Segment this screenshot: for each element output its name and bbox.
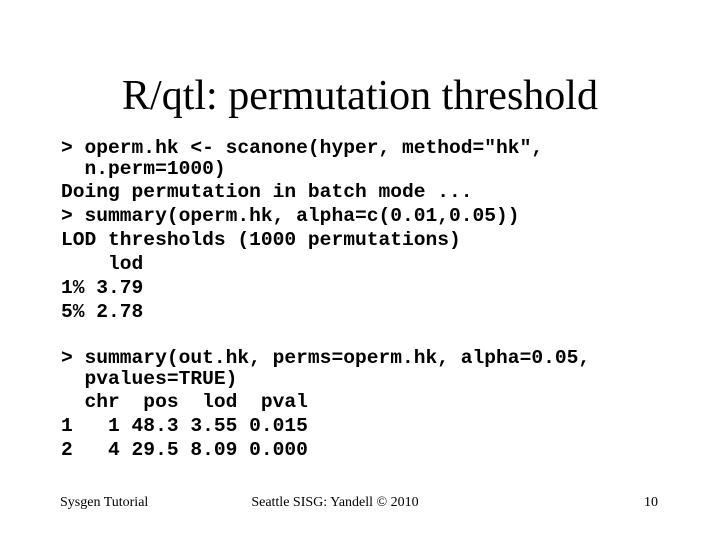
slide-title: R/qtl: permutation threshold (122, 73, 598, 119)
code-line-output: LOD thresholds (1000 permutations) (61, 229, 461, 251)
threshold-table-row: 5% 2.78 (61, 301, 144, 323)
code-line-output: Doing permutation in batch mode ... (61, 181, 473, 203)
peak-table-header: chr pos lod pval (61, 391, 308, 413)
threshold-table-row: 1% 3.79 (61, 277, 144, 299)
code-line-command: > summary(operm.hk, alpha=c(0.01,0.05)) (61, 205, 520, 227)
code-line-continuation: n.perm=1000) (61, 158, 226, 180)
peak-table-row: 1 1 48.3 3.55 0.015 (61, 415, 308, 437)
threshold-table-header: lod (61, 253, 144, 275)
code-line-command: > operm.hk <- scanone(hyper, method="hk"… (61, 137, 544, 159)
code-line-continuation: pvalues=TRUE) (61, 368, 238, 390)
code-line-command: > summary(out.hk, perms=operm.hk, alpha=… (61, 347, 591, 369)
r-console-output: > operm.hk <- scanone(hyper, method="hk"… (61, 138, 590, 462)
page-number: 10 (644, 495, 658, 510)
peak-table-row: 2 4 29.5 8.09 0.000 (61, 439, 308, 461)
footer-center: Seattle SISG: Yandell © 2010 (251, 495, 419, 510)
